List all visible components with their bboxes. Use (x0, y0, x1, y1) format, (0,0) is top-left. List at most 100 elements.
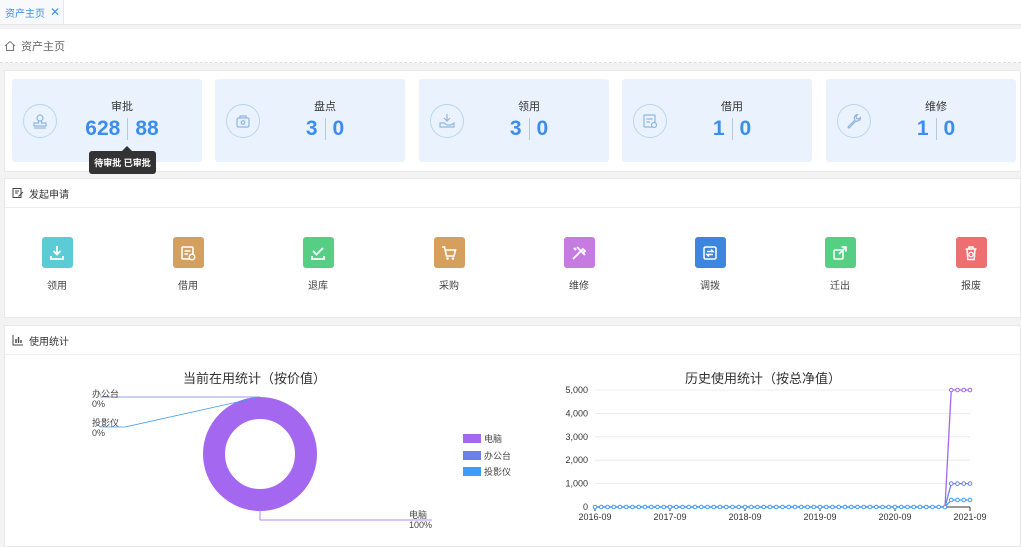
line-chart: 0 1,000 2,000 3,000 4,000 5,000 2016-09 2017-09… (565, 385, 986, 522)
tab-asset-home[interactable]: 资产主页 ✕ (0, 0, 64, 24)
pie-label-projector: 投影仪 0% (92, 418, 120, 438)
stat-value-pending[interactable]: 628 (85, 117, 120, 141)
series-point (786, 504, 792, 510)
series-point (892, 504, 898, 510)
series-point (961, 387, 967, 393)
legend-swatch (463, 467, 481, 476)
series-point (711, 504, 717, 510)
tab-bar: 资产主页 ✕ (0, 0, 1021, 25)
series-point (592, 504, 598, 510)
series-point (692, 504, 698, 510)
stat-value-a[interactable]: 1 (917, 117, 929, 141)
series-point (623, 504, 629, 510)
series-point (836, 504, 842, 510)
series-line-2 (595, 482, 970, 508)
stat-card-receive[interactable]: 领用 30 (419, 79, 609, 162)
tab-label: 资产主页 (5, 8, 45, 20)
series-point (761, 504, 767, 510)
action-label: 迁出 (830, 281, 850, 292)
stat-title: 借用 (721, 101, 743, 113)
pie-slice-1 (203, 397, 317, 511)
action-borrow[interactable]: 借用 (158, 237, 218, 292)
series-point (948, 387, 954, 393)
stat-value-a[interactable]: 3 (510, 117, 522, 141)
pie-label-computer: 电脑 100% (409, 510, 433, 530)
series-point (755, 504, 760, 510)
stat-card-borrow[interactable]: 借用 10 (622, 79, 812, 162)
series-point (598, 504, 604, 510)
action-purchase[interactable]: 采购 (419, 237, 479, 292)
stat-title: 维修 (925, 101, 947, 113)
stat-title: 领用 (518, 101, 540, 113)
series-point (961, 481, 967, 486)
transfer-icon (694, 237, 726, 268)
action-receive[interactable]: 领用 (27, 237, 87, 292)
series-point (655, 504, 660, 510)
series-point (880, 504, 885, 510)
stat-value-done[interactable]: 88 (135, 117, 158, 141)
section-header: 使用统计 (5, 326, 1020, 355)
series-point (923, 504, 929, 510)
stat-value-b[interactable]: 0 (333, 117, 345, 141)
series-point (873, 504, 879, 510)
series-point (936, 504, 942, 510)
stat-value-b[interactable]: 0 (537, 117, 549, 141)
stat-card-inventory[interactable]: 盘点 30 (215, 79, 405, 162)
close-icon[interactable]: ✕ (50, 5, 60, 19)
series-point (861, 504, 867, 510)
series-point (698, 504, 704, 510)
pie-label-desk: 办公台 0% (92, 389, 120, 409)
action-repair[interactable]: 维修 (549, 237, 609, 292)
legend-swatch (463, 451, 481, 460)
move-out-icon (824, 237, 856, 268)
y-tick-label: 1,000 (565, 479, 588, 489)
action-label: 维修 (569, 281, 589, 292)
stat-value-b[interactable]: 0 (740, 117, 752, 141)
stat-value-a[interactable]: 3 (306, 117, 318, 141)
x-tick-label: 2017-09 (653, 512, 686, 522)
series-point (955, 497, 960, 503)
series-point (730, 504, 735, 510)
series-point (617, 504, 623, 510)
bar-chart-icon (12, 335, 23, 346)
edit-icon (12, 188, 24, 198)
series-line-1 (595, 389, 970, 508)
legend-item-computer[interactable]: 电脑 (463, 432, 502, 445)
borrow-icon (172, 237, 204, 268)
series-point (967, 497, 973, 503)
legend-item-projector[interactable]: 投影仪 (463, 465, 511, 478)
stat-card-repair[interactable]: 维修 10 (826, 79, 1016, 162)
trash-icon (955, 237, 987, 268)
series-point (855, 504, 860, 510)
home-icon (4, 40, 16, 51)
x-tick-label: 2019-09 (803, 512, 836, 522)
series-point (911, 504, 917, 510)
x-tick-label: 2020-09 (878, 512, 911, 522)
action-label: 领用 (47, 281, 67, 292)
series-point (717, 504, 723, 510)
series-point (705, 504, 710, 510)
series-point (780, 504, 785, 510)
x-tick-label: 2021-09 (953, 512, 986, 522)
legend-item-desk[interactable]: 办公台 (463, 449, 511, 462)
stat-value-b[interactable]: 0 (944, 117, 956, 141)
series-point (967, 481, 973, 486)
stat-value-a[interactable]: 1 (713, 117, 725, 141)
series-point (648, 504, 654, 510)
series-point (886, 504, 892, 510)
series-point (773, 504, 779, 510)
stat-card-approval[interactable]: 审批 628 88 (12, 79, 202, 162)
x-tick-label: 2018-09 (728, 512, 761, 522)
x-tick-label: 2016-09 (578, 512, 611, 522)
action-label: 采购 (439, 281, 459, 292)
series-point (811, 504, 817, 510)
action-move-out[interactable]: 迁出 (810, 237, 870, 292)
breadcrumb: 资产主页 (0, 29, 1021, 63)
series-point (611, 504, 617, 510)
action-return[interactable]: 退库 (288, 237, 348, 292)
stat-title: 盘点 (314, 101, 336, 113)
section-header: 发起申请 (5, 179, 1020, 208)
action-scrap[interactable]: 报废 (941, 237, 1001, 292)
action-transfer[interactable]: 调拨 (680, 237, 740, 292)
series-point (661, 504, 667, 510)
